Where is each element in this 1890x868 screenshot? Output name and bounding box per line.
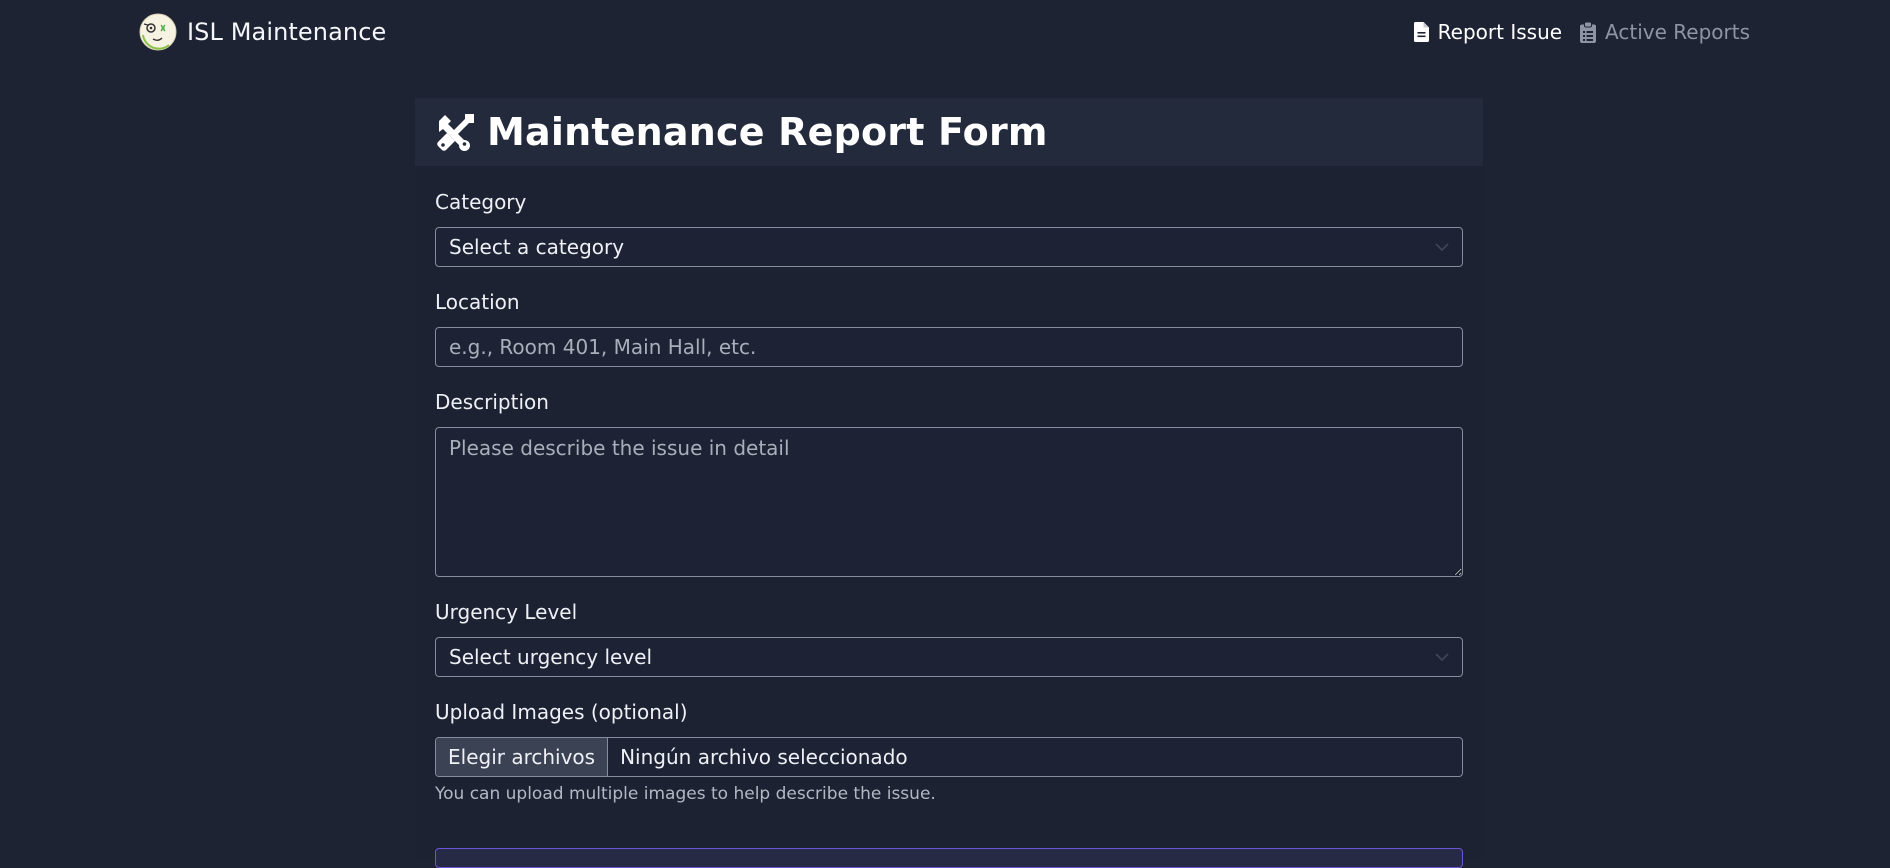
navbar: ISL Maintenance Report Issue Active Repo… (0, 0, 1890, 64)
form-header: Maintenance Report Form (415, 98, 1483, 166)
category-select[interactable]: Select a category (435, 227, 1463, 267)
nav-links: Report Issue Active Reports (1413, 18, 1750, 46)
submit-button[interactable] (435, 848, 1463, 868)
category-label: Category (435, 190, 527, 214)
brand-logo-icon (139, 13, 177, 51)
brand-link[interactable]: ISL Maintenance (139, 13, 386, 51)
category-selected-value: Select a category (449, 235, 625, 259)
tools-icon (437, 114, 474, 151)
nav-report-issue-label: Report Issue (1437, 20, 1563, 44)
clipboard-icon (1580, 21, 1597, 43)
choose-files-button[interactable]: Elegir archivos (436, 738, 609, 776)
upload-label: Upload Images (optional) (435, 700, 688, 724)
location-input[interactable] (435, 327, 1463, 367)
chevron-down-icon (1435, 652, 1449, 661)
description-label: Description (435, 390, 549, 414)
nav-active-reports-label: Active Reports (1605, 20, 1750, 44)
urgency-selected-value: Select urgency level (449, 645, 653, 669)
file-icon (1413, 22, 1429, 42)
description-textarea[interactable] (435, 427, 1463, 577)
nav-report-issue[interactable]: Report Issue (1413, 20, 1563, 44)
file-upload-input[interactable]: Elegir archivos Ningún archivo seleccion… (435, 737, 1463, 777)
nav-active-reports[interactable]: Active Reports (1580, 20, 1750, 44)
file-status-text: Ningún archivo seleccionado (620, 745, 908, 769)
upload-help-text: You can upload multiple images to help d… (435, 784, 936, 804)
chevron-down-icon (1435, 242, 1449, 251)
urgency-select[interactable]: Select urgency level (435, 637, 1463, 677)
report-form-card: Maintenance Report Form Category Select … (415, 98, 1483, 868)
location-label: Location (435, 290, 520, 314)
brand-name: ISL Maintenance (187, 18, 387, 46)
urgency-label: Urgency Level (435, 600, 578, 624)
form-title: Maintenance Report Form (487, 110, 1048, 154)
